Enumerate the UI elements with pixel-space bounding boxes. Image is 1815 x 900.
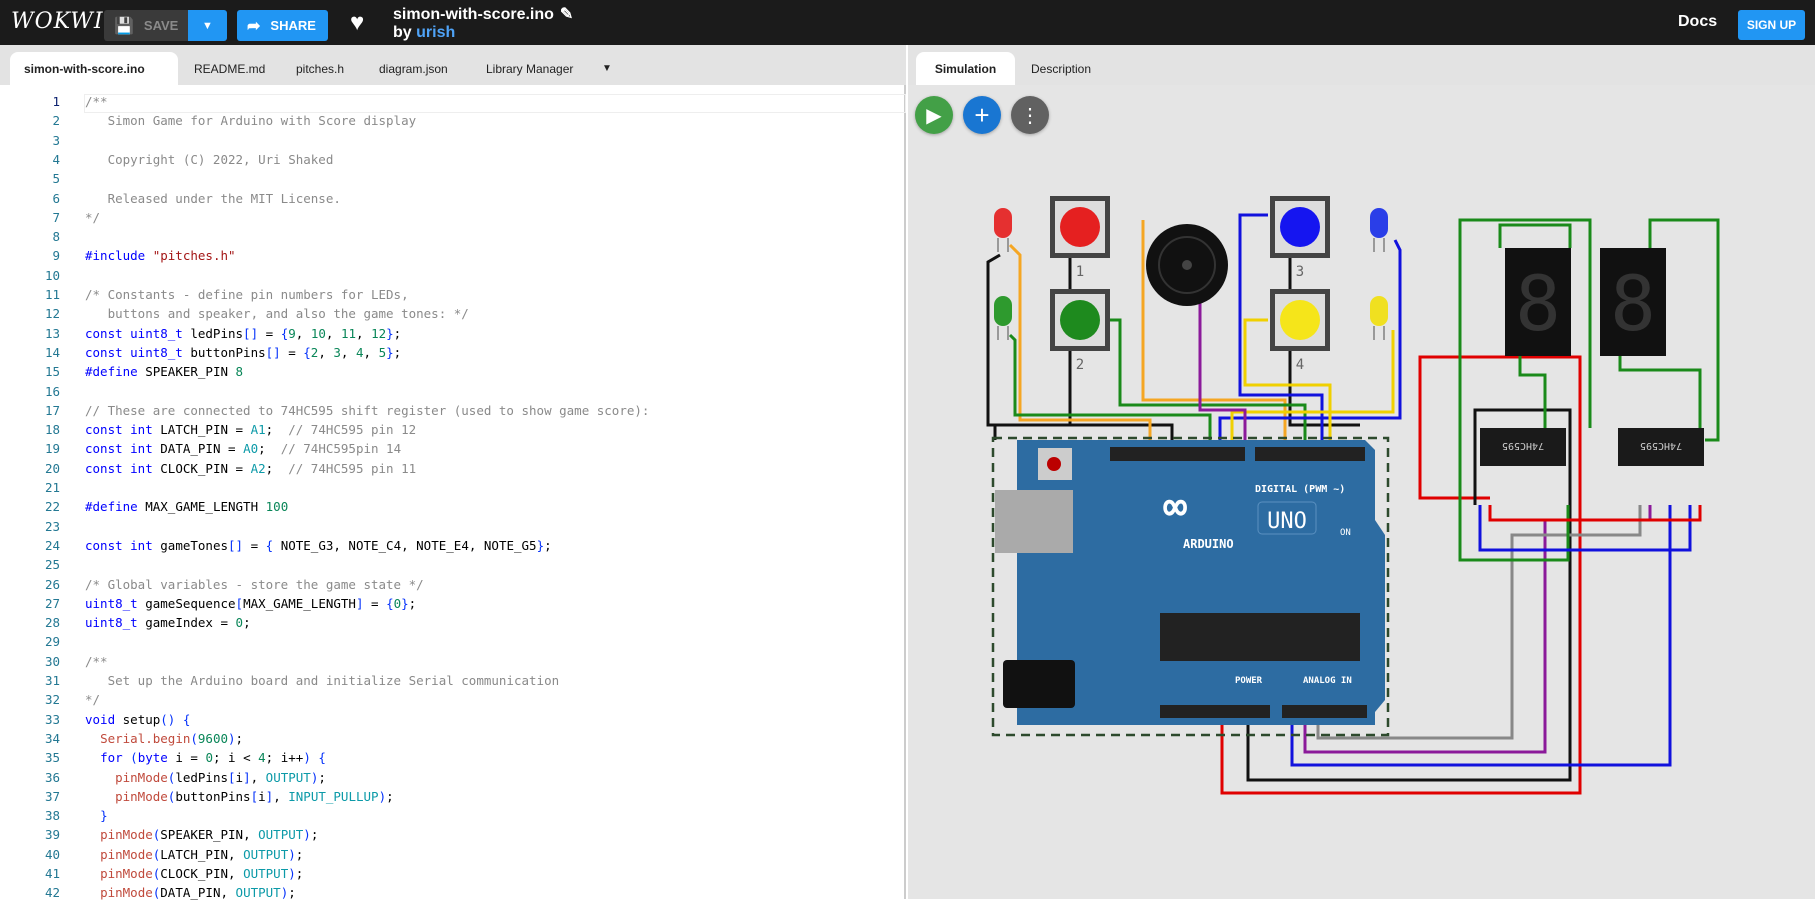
button-label: 3 xyxy=(1296,264,1304,280)
led-yellow[interactable] xyxy=(1370,296,1388,340)
svg-text:74HC595: 74HC595 xyxy=(1640,440,1682,451)
digital-header-right xyxy=(1255,447,1365,461)
wire-green xyxy=(1518,355,1547,428)
arduino-brand: ARDUINO xyxy=(1183,537,1234,551)
button-label: 1 xyxy=(1076,264,1084,280)
circuit-diagram: 1 2 3 4 8 8 74HC595 74HC595 DIGITAL (PWM… xyxy=(986,196,1720,795)
wire-green xyxy=(1498,223,1572,248)
reset-button xyxy=(1047,457,1061,471)
buzzer[interactable] xyxy=(1146,224,1228,306)
shift-register-chip[interactable]: 74HC595 xyxy=(1480,428,1566,466)
svg-text:8: 8 xyxy=(1610,259,1656,348)
power-header xyxy=(1160,705,1270,718)
led-red[interactable] xyxy=(994,208,1012,252)
uno-label: UNO xyxy=(1267,509,1307,534)
arduino-infinity-logo: ∞ xyxy=(1163,484,1187,530)
wire-green xyxy=(1618,355,1702,428)
on-led-label: ON xyxy=(1340,528,1351,538)
seven-segment-display[interactable]: 8 xyxy=(1600,248,1666,356)
atmega-chip xyxy=(1160,613,1360,661)
analog-label: ANALOG IN xyxy=(1303,676,1352,686)
button-label: 4 xyxy=(1296,357,1304,373)
digital-label: DIGITAL (PWM ~) xyxy=(1255,484,1345,495)
led-blue[interactable] xyxy=(1370,208,1388,252)
svg-text:8: 8 xyxy=(1515,259,1561,348)
power-jack xyxy=(1003,660,1075,708)
pushbutton-3[interactable] xyxy=(1270,196,1330,258)
button-label: 2 xyxy=(1076,357,1084,373)
led-green[interactable] xyxy=(994,296,1012,340)
seven-segment-display[interactable]: 8 xyxy=(1505,248,1571,356)
svg-text:74HC595: 74HC595 xyxy=(1502,440,1544,451)
power-label: POWER xyxy=(1235,676,1263,686)
digital-header-left xyxy=(1110,447,1245,461)
shift-register-chip[interactable]: 74HC595 xyxy=(1618,428,1704,466)
pushbutton-4[interactable] xyxy=(1270,289,1330,351)
pushbutton-1[interactable] xyxy=(1050,196,1110,258)
usb-port xyxy=(995,490,1073,553)
analog-header xyxy=(1282,705,1367,718)
pushbutton-2[interactable] xyxy=(1050,289,1110,351)
arduino-uno-board[interactable]: DIGITAL (PWM ~) ∞ ARDUINO UNO ON POWER A… xyxy=(995,440,1385,725)
